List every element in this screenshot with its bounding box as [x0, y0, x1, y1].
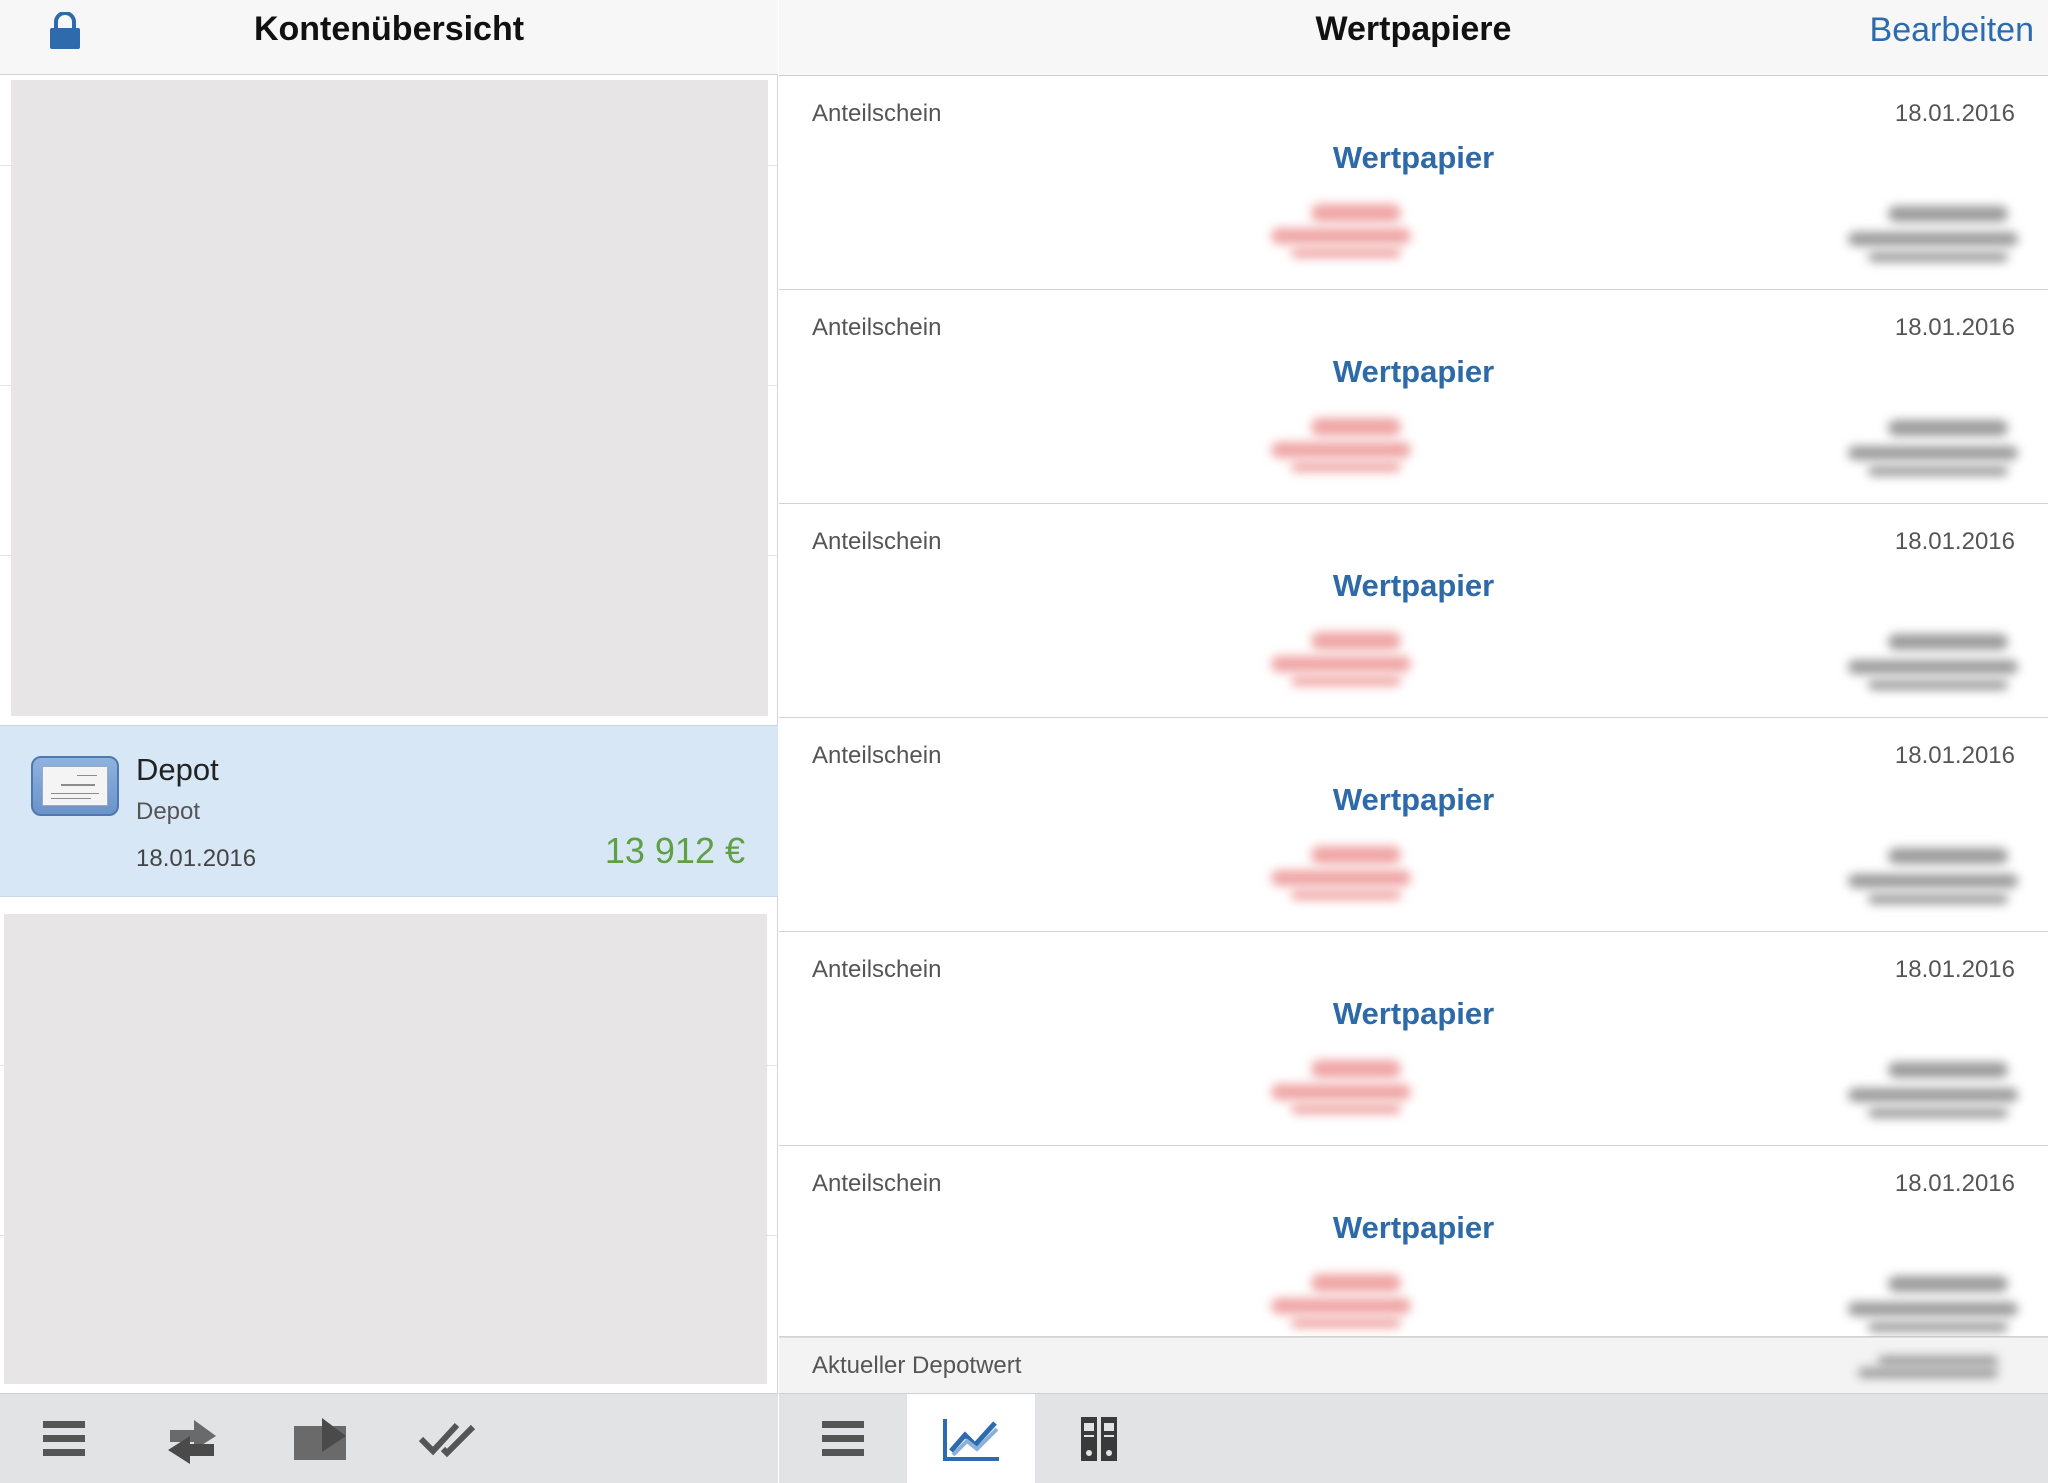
security-row[interactable]: Anteilschein 18.01.2016 Wertpapier	[779, 76, 2048, 290]
app-window: Kontenübersicht Depot Depot 18.01.2016 1…	[0, 0, 2048, 1483]
security-name: Wertpapier	[1332, 782, 1495, 817]
hidden-accounts-placeholder	[4, 914, 767, 1384]
security-date: 18.01.2016	[1894, 742, 2015, 769]
security-name: Wertpapier	[1332, 1210, 1495, 1245]
redacted-depot-value	[1858, 1352, 2008, 1382]
account-row-depot[interactable]: Depot Depot 18.01.2016 13 912 €	[0, 725, 778, 897]
security-date: 18.01.2016	[1894, 956, 2015, 983]
securities-pane: Wertpapiere Bearbeiten Anteilschein 18.01…	[779, 0, 2048, 1483]
double-check-icon	[419, 1422, 476, 1458]
right-toolbar	[779, 1393, 2048, 1483]
security-date: 18.01.2016	[1894, 1170, 2015, 1197]
security-type: Anteilschein	[812, 742, 942, 769]
redacted-security-value	[1828, 198, 2028, 268]
left-toolbar	[0, 1393, 778, 1483]
depot-total-label: Aktueller Depotwert	[812, 1352, 1022, 1379]
account-date: 18.01.2016	[136, 845, 257, 872]
depot-total-row: Aktueller Depotwert	[779, 1337, 2048, 1393]
redacted-security-amount	[1261, 198, 1431, 268]
security-row[interactable]: Anteilschein 18.01.2016 Wertpapier	[779, 504, 2048, 718]
left-header: Kontenübersicht	[0, 0, 778, 75]
redacted-security-value	[1828, 1054, 2028, 1124]
security-name: Wertpapier	[1332, 140, 1495, 175]
security-row[interactable]: Anteilschein 18.01.2016 Wertpapier	[779, 718, 2048, 932]
redacted-security-amount	[1261, 412, 1431, 482]
account-type: Depot	[136, 798, 201, 825]
security-date: 18.01.2016	[1894, 100, 2015, 127]
redacted-security-value	[1828, 626, 2028, 696]
redacted-security-amount	[1261, 1054, 1431, 1124]
portfolio-view-button[interactable]	[1035, 1394, 1163, 1483]
transfer-icon	[168, 1420, 216, 1464]
send-icon	[294, 1418, 346, 1460]
send-button[interactable]	[256, 1394, 384, 1483]
binders-icon	[1081, 1417, 1117, 1461]
security-name: Wertpapier	[1332, 354, 1495, 389]
transfer-button[interactable]	[128, 1394, 256, 1483]
right-header: Wertpapiere Bearbeiten	[779, 0, 2048, 76]
redacted-security-value	[1828, 840, 2028, 910]
security-date: 18.01.2016	[1894, 314, 2015, 341]
redacted-security-amount	[1261, 626, 1431, 696]
chart-icon	[943, 1419, 999, 1461]
account-overview-pane: Kontenübersicht Depot Depot 18.01.2016 1…	[0, 0, 778, 1483]
done-button[interactable]	[384, 1394, 512, 1483]
list-button[interactable]	[0, 1394, 128, 1483]
security-row[interactable]: Anteilschein 18.01.2016 Wertpapier	[779, 932, 2048, 1146]
security-name: Wertpapier	[1332, 568, 1495, 603]
security-date: 18.01.2016	[1894, 528, 2015, 555]
redacted-security-value	[1828, 1268, 2028, 1338]
securities-title: Wertpapiere	[1315, 10, 1512, 48]
redacted-security-amount	[1261, 840, 1431, 910]
depot-certificate-icon	[31, 756, 119, 816]
security-row[interactable]: Anteilschein 18.01.2016 Wertpapier	[779, 290, 2048, 504]
list-view-button[interactable]	[779, 1394, 907, 1483]
chart-view-button[interactable]	[907, 1394, 1035, 1483]
hidden-accounts-placeholder	[11, 80, 768, 716]
list-icon	[822, 1421, 864, 1456]
account-name: Depot	[136, 752, 219, 787]
security-type: Anteilschein	[812, 528, 942, 555]
redacted-security-amount	[1261, 1268, 1431, 1338]
redacted-security-value	[1828, 412, 2028, 482]
security-row[interactable]: Anteilschein 18.01.2016 Wertpapier	[779, 1146, 2048, 1337]
security-type: Anteilschein	[812, 314, 942, 341]
security-name: Wertpapier	[1332, 996, 1495, 1031]
list-icon	[43, 1421, 85, 1456]
left-title: Kontenübersicht	[253, 10, 525, 48]
security-type: Anteilschein	[812, 956, 942, 983]
account-balance: 13 912 €	[604, 830, 745, 871]
security-type: Anteilschein	[812, 1170, 942, 1197]
edit-button[interactable]: Bearbeiten	[1870, 11, 2034, 50]
security-type: Anteilschein	[812, 100, 942, 127]
